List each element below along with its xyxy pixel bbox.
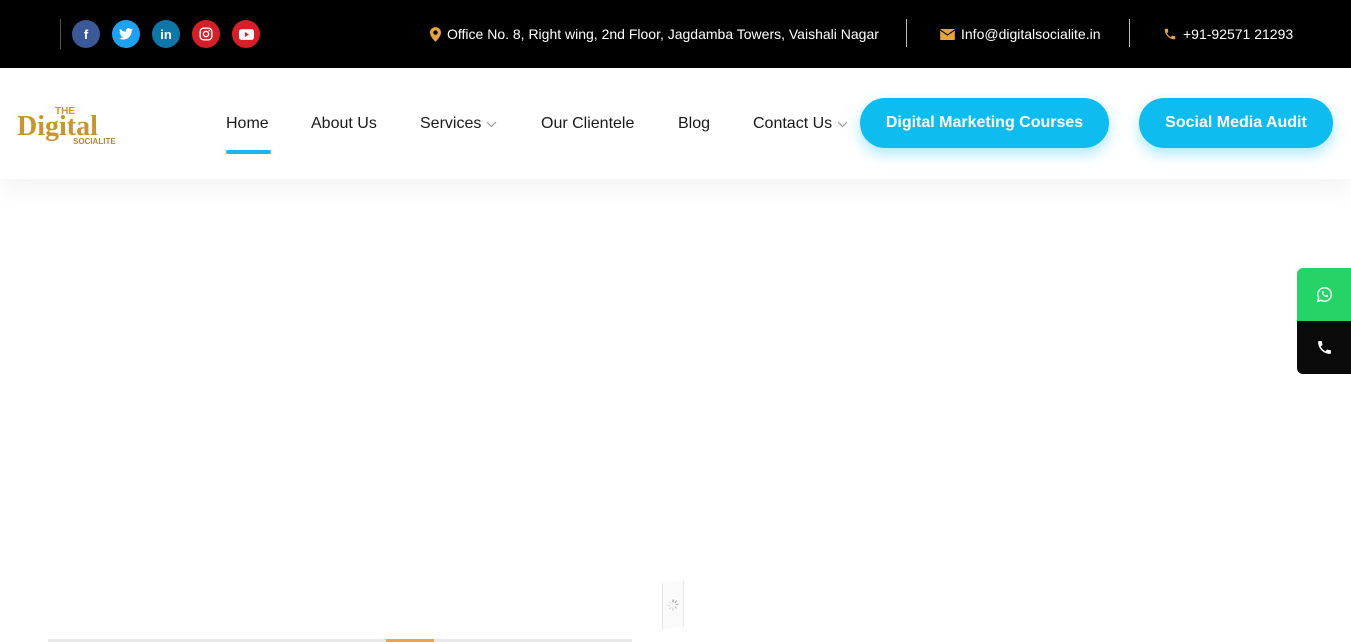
chevron-down-icon (486, 121, 497, 127)
svg-text:SOCIALITE: SOCIALITE (73, 137, 116, 146)
active-nav-indicator (226, 150, 271, 154)
call-button[interactable] (1297, 321, 1351, 374)
nav-label: Home (226, 115, 269, 132)
nav-our-clientele[interactable]: Our Clientele (541, 113, 634, 135)
nav-services[interactable]: Services (420, 113, 497, 135)
whatsapp-button[interactable] (1297, 268, 1351, 321)
divider (906, 19, 907, 47)
phone-info[interactable]: +91-92571 21293 (1163, 24, 1293, 44)
nav-about-us[interactable]: About Us (311, 113, 377, 135)
phone-icon (1317, 341, 1331, 354)
whatsapp-icon (1316, 287, 1332, 303)
nav-label: Services (420, 115, 482, 132)
facebook-icon[interactable]: f (72, 20, 100, 48)
nav-label: Our Clientele (541, 115, 635, 132)
linkedin-icon[interactable]: in (152, 20, 180, 48)
nav-label: About Us (311, 115, 377, 132)
social-media-audit-button[interactable]: Social Media Audit (1139, 98, 1333, 148)
loading-spinner (662, 580, 684, 630)
logo[interactable]: THE Digital SOCIALITE (17, 102, 125, 146)
nav-contact-us[interactable]: Contact Us (753, 113, 848, 135)
phone-icon (1164, 28, 1176, 40)
nav-label: Blog (678, 115, 711, 132)
email-info[interactable]: Info@digitalsocialite.in (940, 24, 1101, 44)
nav-home[interactable]: Home (226, 113, 269, 135)
instagram-icon[interactable] (192, 20, 220, 48)
nav-blog[interactable]: Blog (678, 113, 710, 135)
twitter-icon[interactable] (112, 20, 140, 48)
divider (1129, 19, 1130, 47)
spinner-icon (667, 599, 679, 611)
chevron-down-icon (837, 121, 848, 127)
map-marker-icon (430, 26, 441, 42)
nav-label: Contact Us (753, 115, 833, 132)
email-text[interactable]: Info@digitalsocialite.in (961, 26, 1101, 42)
address-info: Office No. 8, Right wing, 2nd Floor, Jag… (430, 24, 879, 44)
main-header: THE Digital SOCIALITE Home About Us Serv… (0, 68, 1351, 179)
digital-marketing-courses-button[interactable]: Digital Marketing Courses (860, 98, 1109, 148)
youtube-icon[interactable] (232, 20, 260, 48)
divider (60, 19, 61, 49)
envelope-icon (940, 28, 955, 40)
top-bar: f in Office No. 8, Right wing, 2nd Floor… (0, 0, 1351, 68)
address-text: Office No. 8, Right wing, 2nd Floor, Jag… (447, 26, 879, 42)
phone-text[interactable]: +91-92571 21293 (1183, 26, 1293, 42)
